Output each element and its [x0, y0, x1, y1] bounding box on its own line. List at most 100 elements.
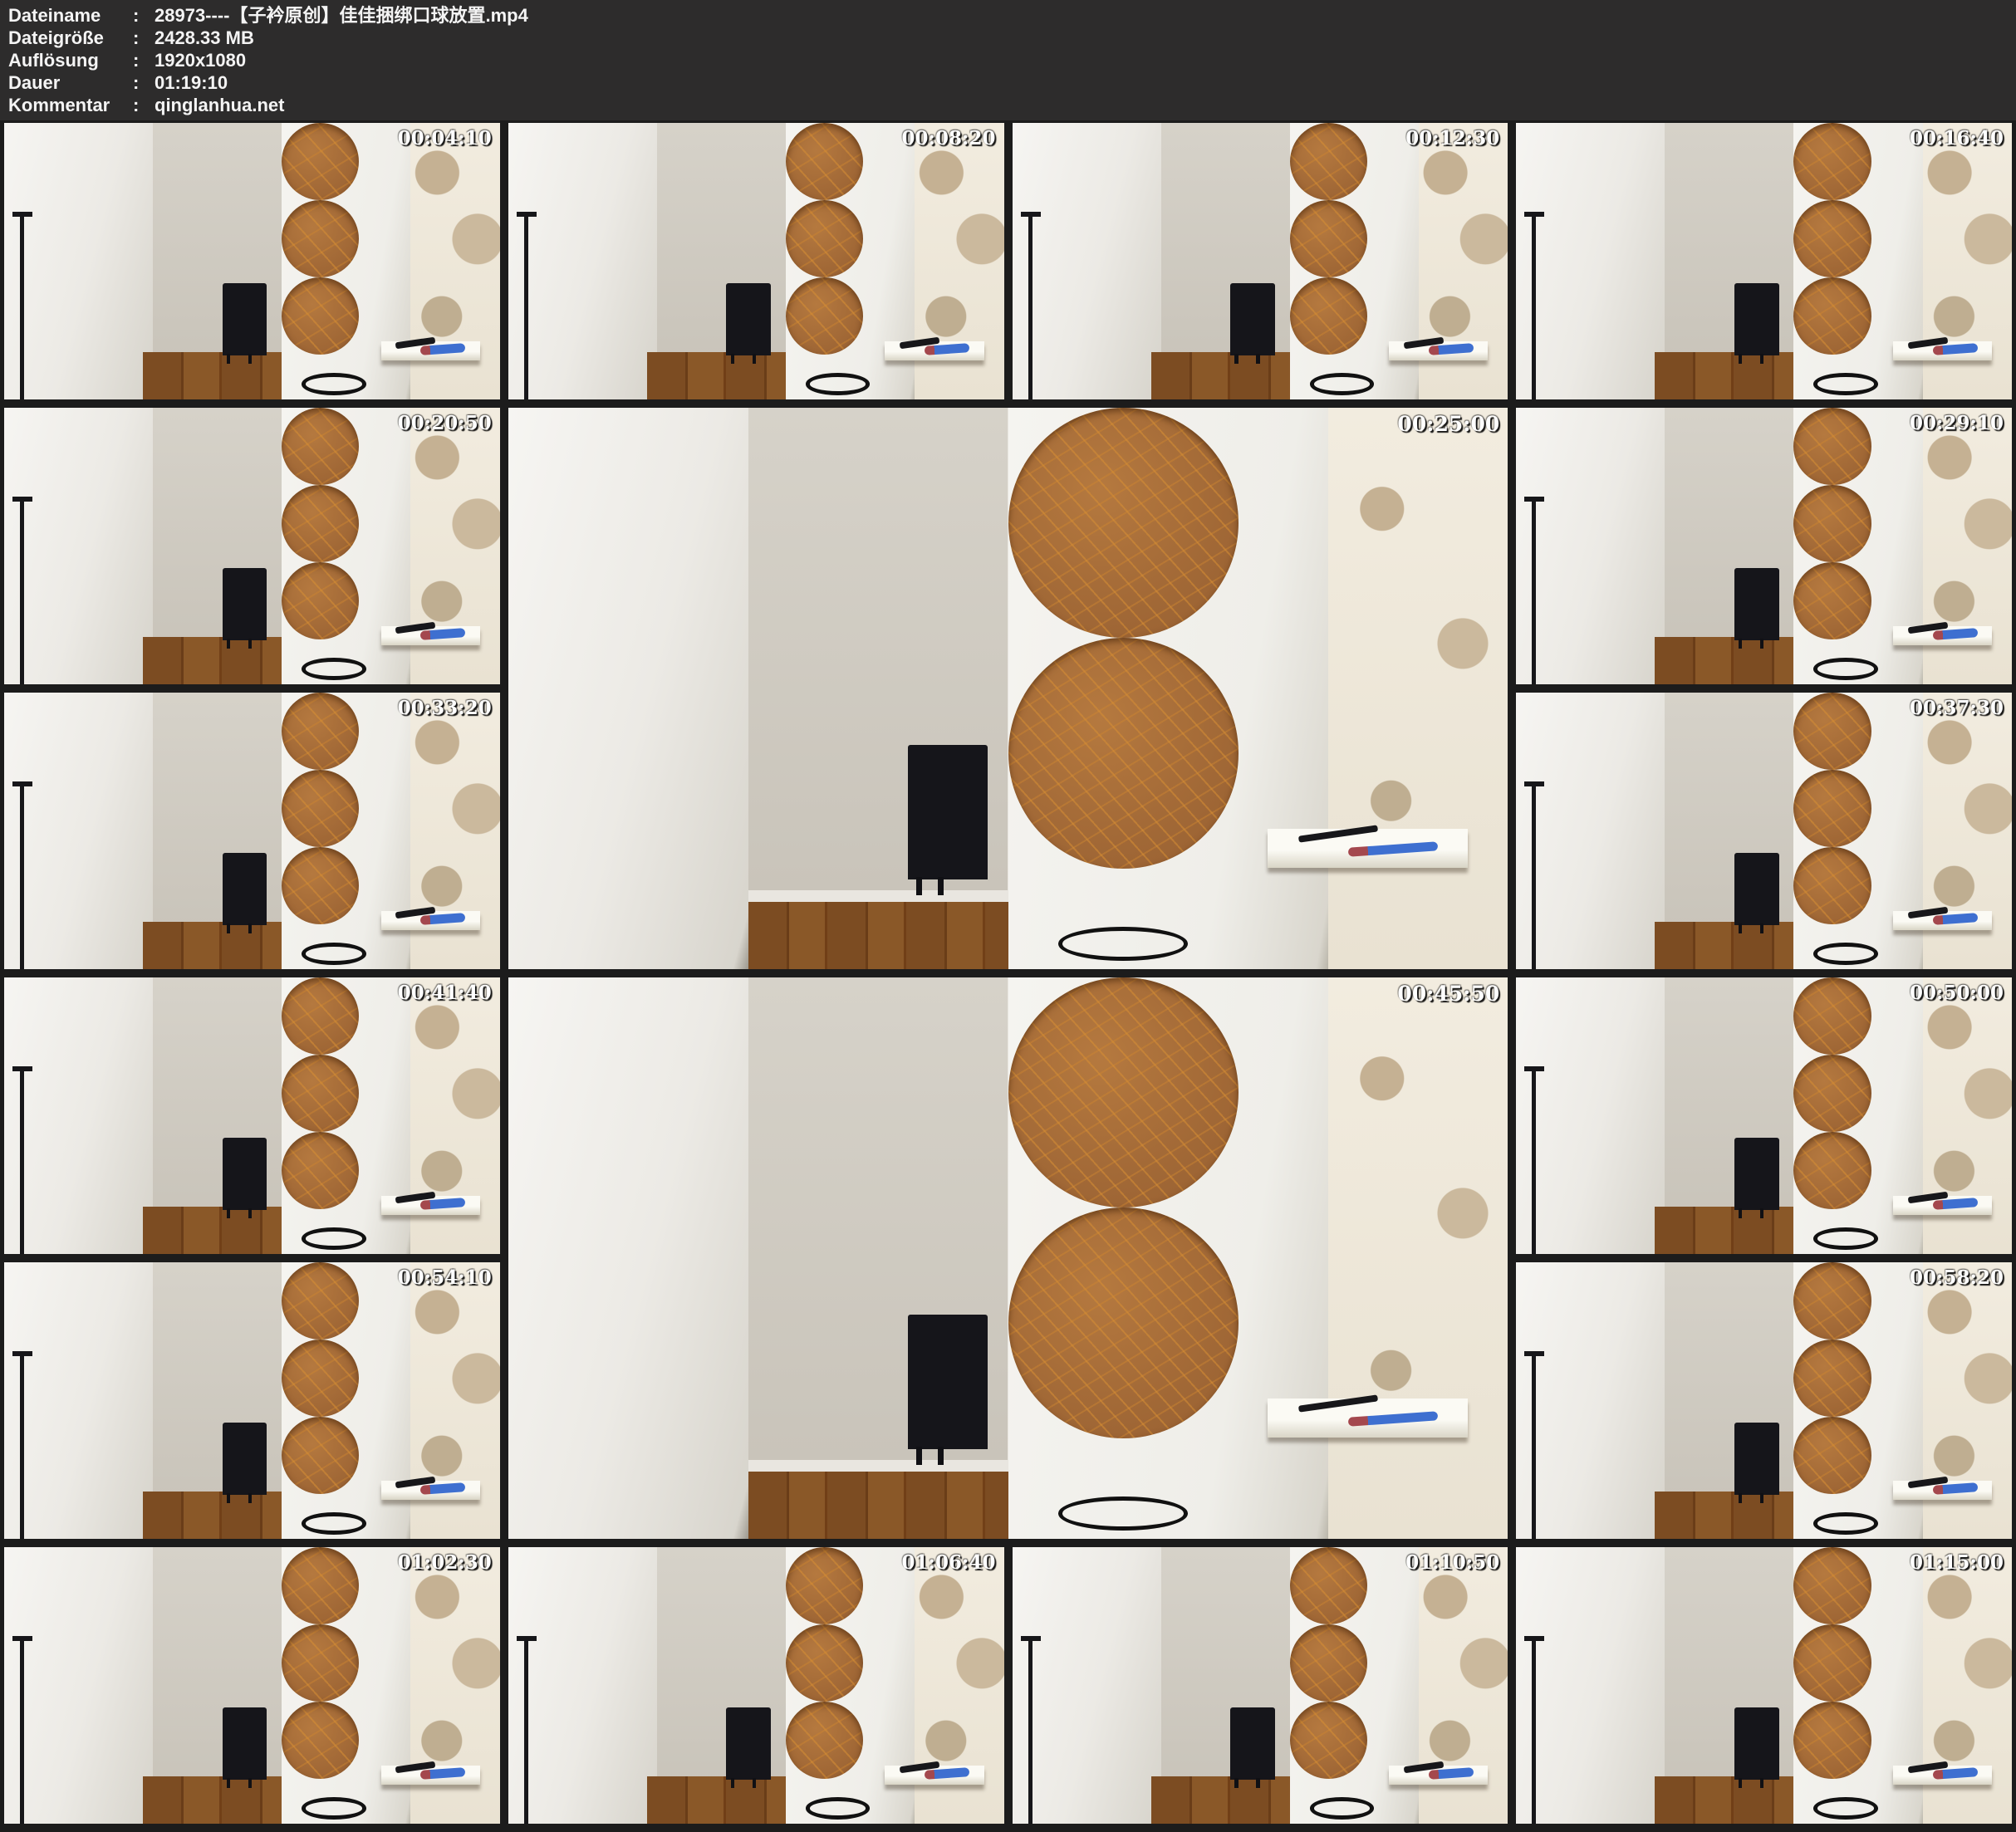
cork-circle — [1008, 977, 1239, 1207]
cable-ring — [1058, 927, 1188, 961]
cork-circle — [1008, 1207, 1239, 1438]
timestamp-overlay: 01:02:30 — [398, 1551, 492, 1574]
mic-stand — [1532, 1066, 1536, 1254]
timestamp-overlay: 00:54:10 — [398, 1266, 492, 1289]
video-thumbnail-11[interactable]: 00:45:50 — [508, 977, 1508, 1539]
cork-circle — [1290, 1624, 1367, 1702]
chair-silhouette — [726, 283, 771, 355]
cork-circle — [282, 693, 359, 770]
mic-stand — [1532, 212, 1536, 399]
video-thumbnail-5[interactable]: 00:20:50 — [4, 408, 500, 684]
chair-silhouette — [223, 1423, 267, 1495]
timestamp-overlay: 00:29:10 — [1910, 412, 2004, 434]
timestamp-overlay: 00:33:20 — [398, 697, 492, 719]
video-thumbnail-16[interactable]: 01:06:40 — [508, 1547, 1004, 1824]
cable-ring — [302, 373, 366, 395]
timestamp-overlay: 00:08:20 — [901, 127, 995, 149]
video-frame-placeholder — [508, 408, 1508, 969]
video-thumbnail-7[interactable]: 00:29:10 — [1516, 408, 2012, 684]
cork-circle — [1290, 1547, 1367, 1624]
chair-silhouette — [1230, 283, 1275, 355]
timestamp-overlay: 01:15:00 — [1910, 1551, 2004, 1574]
video-thumbnail-6[interactable]: 00:25:00 — [508, 408, 1508, 969]
chair-silhouette — [1734, 853, 1779, 925]
video-frame-placeholder — [4, 123, 500, 399]
meta-separator: : — [133, 94, 155, 116]
meta-row-kommentar: Kommentar:qinglanhua.net — [8, 94, 2016, 116]
cable-ring — [1813, 943, 1878, 965]
video-thumbnail-1[interactable]: 00:04:10 — [4, 123, 500, 399]
cork-circle — [1793, 1055, 1871, 1132]
meta-separator: : — [133, 71, 155, 94]
left-wall — [508, 1547, 657, 1824]
cork-circle — [282, 200, 359, 277]
cork-circle — [1290, 200, 1367, 277]
video-thumbnail-18[interactable]: 01:15:00 — [1516, 1547, 2012, 1824]
meta-label-dauer: Dauer — [8, 71, 133, 94]
meta-row-aufloesung: Auflösung:1920x1080 — [8, 49, 2016, 71]
left-wall — [4, 1262, 153, 1539]
video-frame-placeholder — [1516, 123, 2012, 399]
meta-row-dateigroesse: Dateigröße:2428.33 MB — [8, 27, 2016, 49]
circle-panel-column — [1008, 977, 1328, 1539]
meta-label-aufloesung: Auflösung — [8, 49, 133, 71]
cork-circle — [1793, 847, 1871, 924]
chair-silhouette — [1734, 568, 1779, 640]
cable-ring — [1058, 1496, 1188, 1531]
left-wall — [1516, 1262, 1665, 1539]
video-thumbnail-2[interactable]: 00:08:20 — [508, 123, 1004, 399]
chair-silhouette — [908, 1315, 988, 1449]
timestamp-overlay: 00:25:00 — [1397, 412, 1499, 436]
meta-value-duration: 01:19:10 — [155, 71, 228, 94]
video-frame-placeholder — [1516, 408, 2012, 684]
timestamp-overlay: 00:12:30 — [1405, 127, 1499, 149]
cork-circle — [1008, 638, 1239, 868]
video-thumbnail-8[interactable]: 00:33:20 — [4, 693, 500, 969]
cork-circle — [282, 485, 359, 562]
cable-ring — [1310, 373, 1375, 395]
timestamp-overlay: 00:37:30 — [1910, 697, 2004, 719]
cork-circle — [786, 123, 863, 200]
cork-circle — [1290, 123, 1367, 200]
video-thumbnail-13[interactable]: 00:54:10 — [4, 1262, 500, 1539]
video-frame-placeholder — [1013, 123, 1508, 399]
video-thumbnail-12[interactable]: 00:50:00 — [1516, 977, 2012, 1254]
meta-row-dateiname: Dateiname:28973----【子衿原创】佳佳捆绑口球放置.mp4 — [8, 4, 2016, 27]
left-wall — [1013, 1547, 1161, 1824]
left-wall — [4, 408, 153, 684]
video-thumbnail-3[interactable]: 00:12:30 — [1013, 123, 1508, 399]
video-thumbnail-15[interactable]: 01:02:30 — [4, 1547, 500, 1824]
meta-separator: : — [133, 27, 155, 49]
video-thumbnail-10[interactable]: 00:41:40 — [4, 977, 500, 1254]
video-thumbnail-9[interactable]: 00:37:30 — [1516, 693, 2012, 969]
mic-stand — [1532, 1636, 1536, 1824]
video-frame-placeholder — [1516, 977, 2012, 1254]
cork-circle — [282, 1262, 359, 1340]
mic-stand — [20, 212, 24, 399]
chair-silhouette — [908, 745, 988, 879]
circle-panel-column — [1008, 408, 1328, 969]
meta-label-kommentar: Kommentar — [8, 94, 133, 116]
video-frame-placeholder — [4, 977, 500, 1254]
meta-value-resolution: 1920x1080 — [155, 49, 246, 71]
cork-circle — [1793, 977, 1871, 1055]
left-wall — [1013, 123, 1161, 399]
video-thumbnail-4[interactable]: 00:16:40 — [1516, 123, 2012, 399]
cork-circle — [1793, 1547, 1871, 1624]
cable-ring — [302, 1797, 366, 1820]
timestamp-overlay: 00:58:20 — [1910, 1266, 2004, 1289]
thumbnail-grid: 00:04:10 00:08:20 — [0, 120, 2016, 1830]
chair-silhouette — [223, 853, 267, 925]
cork-circle — [786, 1547, 863, 1624]
timestamp-overlay: 00:50:00 — [1910, 982, 2004, 1004]
video-frame-placeholder — [4, 1262, 500, 1539]
cork-circle — [1793, 770, 1871, 847]
cork-circle — [1793, 1417, 1871, 1494]
mic-stand — [524, 212, 528, 399]
video-thumbnail-17[interactable]: 01:10:50 — [1013, 1547, 1508, 1824]
video-thumbnail-14[interactable]: 00:58:20 — [1516, 1262, 2012, 1539]
left-wall — [1516, 123, 1665, 399]
cable-ring — [1813, 1512, 1878, 1535]
cork-circle — [1793, 1132, 1871, 1209]
chair-silhouette — [223, 283, 267, 355]
